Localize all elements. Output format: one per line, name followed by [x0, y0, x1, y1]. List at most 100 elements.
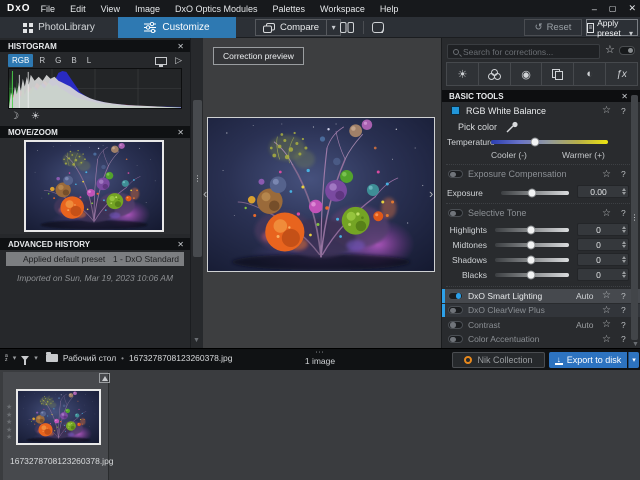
minimize-icon[interactable]: –	[592, 4, 597, 14]
help-icon[interactable]: ?	[621, 208, 626, 218]
category-fx-button[interactable]: ƒx	[606, 62, 638, 86]
contrast-toggle[interactable]	[448, 321, 463, 329]
exposure-slider[interactable]	[501, 191, 569, 195]
main-photo[interactable]	[207, 117, 435, 272]
highlight-clipping-icon[interactable]: ☀	[31, 111, 40, 122]
movezoom-thumbnail[interactable]	[24, 140, 164, 232]
exposure-slider-handle[interactable]	[528, 189, 537, 198]
spinner-down-icon[interactable]	[622, 245, 626, 248]
menu-palettes[interactable]: Palettes	[273, 4, 306, 14]
help-icon[interactable]: ?	[621, 106, 626, 116]
channel-l-button[interactable]: L	[83, 54, 95, 67]
star-icon[interactable]: ★	[6, 412, 12, 420]
monitor-icon[interactable]	[155, 57, 167, 65]
menu-workspace[interactable]: Workspace	[320, 4, 365, 14]
spinner-down-icon[interactable]	[622, 192, 626, 195]
help-icon[interactable]: ?	[621, 305, 626, 315]
category-light-button[interactable]: ☀	[446, 62, 479, 86]
rating-stars[interactable]: ★ ★ ★ ★ ★	[6, 404, 12, 442]
channel-r-button[interactable]: R	[35, 54, 49, 67]
category-local-button[interactable]: ◐	[574, 62, 606, 86]
help-icon[interactable]: ?	[621, 291, 626, 301]
menu-edit[interactable]: Edit	[70, 4, 86, 14]
blacks-slider[interactable]	[495, 273, 569, 277]
softproof-icon[interactable]: ▷	[175, 55, 182, 66]
apply-preset-dropdown[interactable]: ▾	[629, 29, 633, 38]
scroll-down-icon[interactable]: ▼	[193, 337, 200, 344]
exposure-toggle[interactable]	[448, 170, 463, 178]
clearview-toggle[interactable]	[448, 306, 463, 314]
spinner[interactable]	[619, 271, 628, 278]
highlights-value-box[interactable]: 0	[577, 223, 629, 236]
slider-handle[interactable]	[526, 241, 535, 250]
maximize-icon[interactable]: ▢	[609, 4, 617, 13]
slider-handle[interactable]	[526, 271, 535, 280]
spinner-up-icon[interactable]	[622, 271, 626, 274]
selective-tone-toggle[interactable]	[448, 209, 463, 217]
spinner-down-icon[interactable]	[622, 230, 626, 233]
star-icon[interactable]: ☆	[602, 105, 611, 116]
spinner[interactable]	[619, 188, 628, 195]
menu-view[interactable]: View	[101, 4, 120, 14]
star-icon[interactable]: ★	[6, 434, 12, 442]
reset-button[interactable]: ↺ Reset	[524, 19, 582, 36]
smart-lighting-row[interactable]: DxO Smart Lighting Auto ☆ ?	[442, 289, 640, 303]
tab-photolibrary[interactable]: PhotoLibrary	[0, 17, 118, 38]
smart-lighting-toggle[interactable]	[448, 292, 463, 300]
close-icon[interactable]: ✕	[177, 128, 184, 137]
star-icon[interactable]: ★	[6, 427, 12, 435]
channel-rgb-button[interactable]: RGB	[8, 54, 33, 67]
star-icon[interactable]: ☆	[602, 319, 611, 330]
spinner-up-icon[interactable]	[622, 226, 626, 229]
nik-collection-button[interactable]: Nik Collection	[452, 352, 545, 368]
filmstrip-selected-cell[interactable]: ★ ★ ★ ★ ★ 1673278708123260378.jpg	[3, 372, 109, 480]
highlights-slider[interactable]	[495, 228, 569, 232]
help-icon[interactable]: ?	[621, 169, 626, 179]
star-icon[interactable]: ☆	[602, 290, 611, 301]
star-icon[interactable]: ★	[6, 404, 12, 412]
eyedropper-icon[interactable]	[505, 121, 520, 134]
white-balance-checkbox[interactable]	[451, 106, 460, 115]
spinner[interactable]	[619, 241, 628, 248]
star-icon[interactable]: ☆	[602, 334, 611, 345]
channel-g-button[interactable]: G	[51, 54, 65, 67]
spinner-up-icon[interactable]	[622, 241, 626, 244]
menu-dxo-optics-modules[interactable]: DxO Optics Modules	[175, 4, 258, 14]
export-dropdown[interactable]: ▾	[628, 352, 639, 368]
category-detail-button[interactable]: ◉	[511, 62, 543, 86]
compare-dropdown[interactable]: ▾	[326, 19, 341, 36]
search-input[interactable]	[463, 47, 583, 57]
slider-handle[interactable]	[526, 256, 535, 265]
close-icon[interactable]: ✕	[628, 3, 636, 14]
contrast-row[interactable]: Contrast Auto ☆ ?	[442, 318, 640, 332]
close-icon[interactable]: ✕	[621, 92, 628, 101]
menu-file[interactable]: File	[41, 4, 56, 14]
previous-image-icon[interactable]: ‹	[203, 186, 207, 201]
overlay-view-button[interactable]	[372, 20, 384, 35]
menu-help[interactable]: Help	[380, 4, 399, 14]
slider-handle[interactable]	[526, 226, 535, 235]
color-accentuation-toggle[interactable]	[448, 335, 463, 343]
close-icon[interactable]: ✕	[177, 240, 184, 249]
star-icon[interactable]: ★	[6, 419, 12, 427]
spinner-up-icon[interactable]	[622, 188, 626, 191]
category-color-button[interactable]	[479, 62, 511, 86]
spinner-down-icon[interactable]	[622, 275, 626, 278]
category-geometry-button[interactable]	[542, 62, 574, 86]
spinner[interactable]	[619, 256, 628, 263]
compare-button[interactable]: Compare	[255, 19, 326, 36]
exposure-value-box[interactable]: 0.00	[577, 185, 629, 198]
next-image-icon[interactable]: ›	[429, 186, 433, 201]
spinner[interactable]	[619, 226, 628, 233]
star-icon[interactable]: ☆	[602, 305, 611, 316]
temperature-slider-handle[interactable]	[531, 138, 540, 147]
blacks-value-box[interactable]: 0	[577, 268, 629, 281]
help-icon[interactable]: ?	[621, 320, 626, 330]
midtones-slider[interactable]	[495, 243, 569, 247]
history-entry[interactable]: Applied default preset 1 - DxO Standard	[6, 252, 184, 266]
filmstrip-thumbnail[interactable]	[16, 389, 101, 445]
favorites-filter-icon[interactable]: ☆	[605, 43, 615, 56]
splitview-button[interactable]	[340, 20, 354, 35]
shadows-value-box[interactable]: 0	[577, 253, 629, 266]
clearview-row[interactable]: DxO ClearView Plus ☆ ?	[442, 304, 640, 318]
